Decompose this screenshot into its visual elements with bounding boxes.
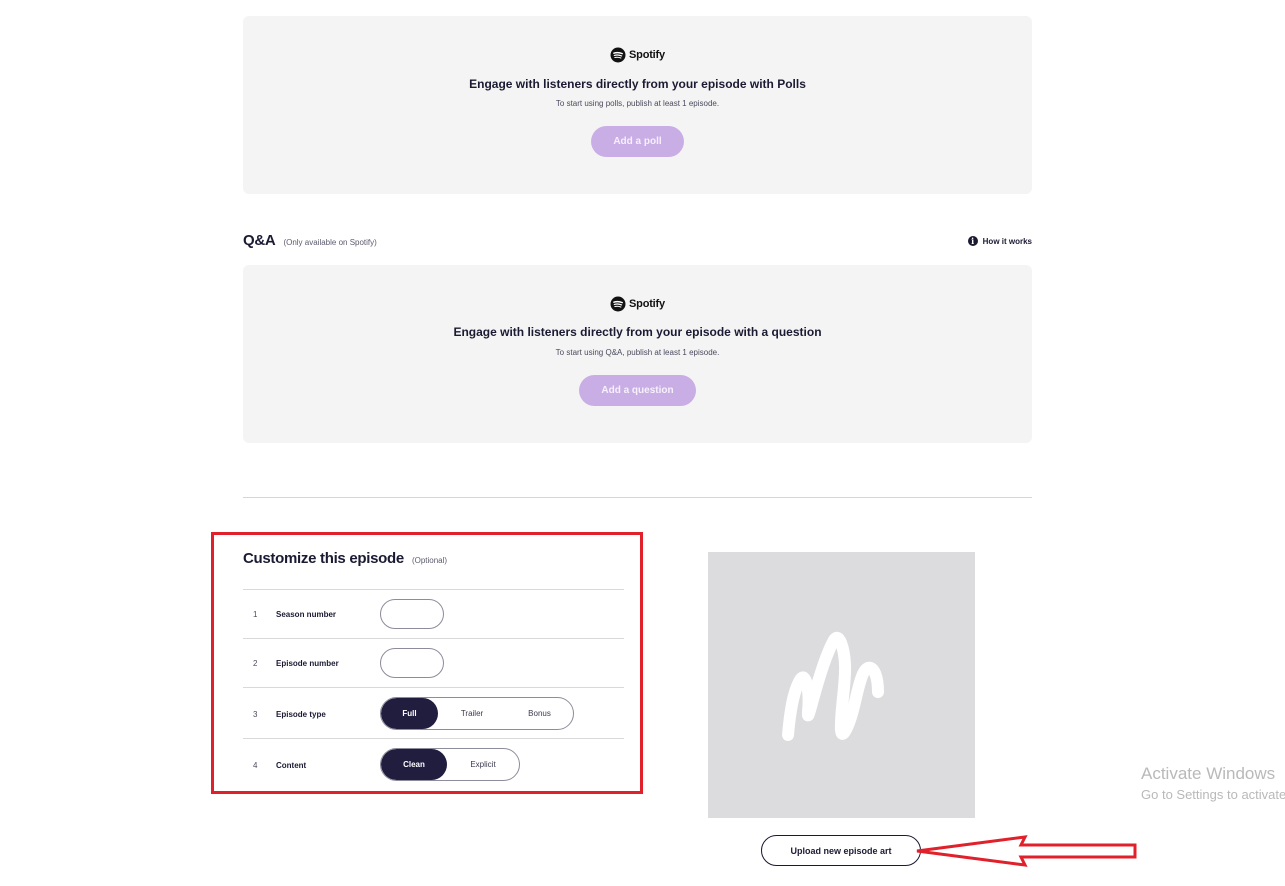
episode-type-toggle: Full Trailer Bonus xyxy=(380,697,574,730)
how-it-works-link[interactable]: i How it works xyxy=(967,236,1032,246)
content-row: 4 Content Clean Explicit xyxy=(243,738,624,790)
season-number-input[interactable] xyxy=(380,599,444,629)
qa-heading: Q&A (Only available on Spotify) xyxy=(243,232,377,249)
content-label: Content xyxy=(276,761,307,770)
content-explicit[interactable]: Explicit xyxy=(447,749,519,780)
upload-episode-art-button[interactable]: Upload new episode art xyxy=(761,835,921,866)
windows-activation-watermark: Activate Windows Go to Settings to activ… xyxy=(1141,764,1285,802)
anchor-logo-icon xyxy=(782,631,884,741)
episode-art-preview xyxy=(708,552,975,818)
optional-label: (Optional) xyxy=(411,556,448,565)
qa-availability-note: (Only available on Spotify) xyxy=(283,238,377,247)
polls-card-subtitle: To start using polls, publish at least 1… xyxy=(555,99,720,108)
qa-card-title: Engage with listeners directly from your… xyxy=(453,325,822,339)
episode-type-bonus[interactable]: Bonus xyxy=(506,698,573,729)
episode-number-row: 2 Episode number xyxy=(243,638,624,688)
episode-number-input[interactable] xyxy=(380,648,444,678)
add-question-button[interactable]: Add a question xyxy=(579,375,696,406)
spotify-logo: Spotify xyxy=(243,296,1032,312)
watermark-line2: Go to Settings to activate Windows. xyxy=(1141,787,1285,802)
episode-type-full[interactable]: Full xyxy=(381,698,438,729)
episode-type-label: Episode type xyxy=(276,710,326,719)
row-number: 1 xyxy=(253,610,258,619)
content-toggle: Clean Explicit xyxy=(380,748,520,781)
spotify-wordmark: Spotify xyxy=(629,49,665,61)
qa-title: Q&A xyxy=(243,232,276,249)
episode-type-row: 3 Episode type Full Trailer Bonus xyxy=(243,687,624,739)
polls-card-title: Engage with listeners directly from your… xyxy=(469,77,806,91)
arrow-annotation-icon xyxy=(916,835,1137,867)
episode-type-trailer[interactable]: Trailer xyxy=(438,698,506,729)
spotify-icon xyxy=(610,47,626,63)
row-number: 4 xyxy=(253,761,258,770)
row-number: 2 xyxy=(253,659,258,668)
customize-heading: Customize this episode (Optional) xyxy=(243,550,447,567)
how-it-works-label: How it works xyxy=(982,236,1032,246)
content-clean[interactable]: Clean xyxy=(381,749,447,780)
row-number: 3 xyxy=(253,710,258,719)
spotify-logo: Spotify xyxy=(243,47,1032,63)
page: Spotify Engage with listeners directly f… xyxy=(0,0,1285,886)
customize-title: Customize this episode xyxy=(243,550,404,567)
qa-card-subtitle: To start using Q&A, publish at least 1 e… xyxy=(555,348,720,357)
info-icon: i xyxy=(967,236,978,246)
episode-number-label: Episode number xyxy=(276,659,339,668)
add-poll-button[interactable]: Add a poll xyxy=(591,126,684,157)
polls-card: Spotify Engage with listeners directly f… xyxy=(243,16,1032,194)
spotify-wordmark: Spotify xyxy=(629,298,665,310)
season-number-label: Season number xyxy=(276,610,337,619)
season-number-row: 1 Season number xyxy=(243,589,624,639)
watermark-line1: Activate Windows xyxy=(1141,764,1276,783)
qa-card: Spotify Engage with listeners directly f… xyxy=(243,265,1032,443)
spotify-icon xyxy=(610,296,626,312)
section-divider xyxy=(243,497,1032,498)
